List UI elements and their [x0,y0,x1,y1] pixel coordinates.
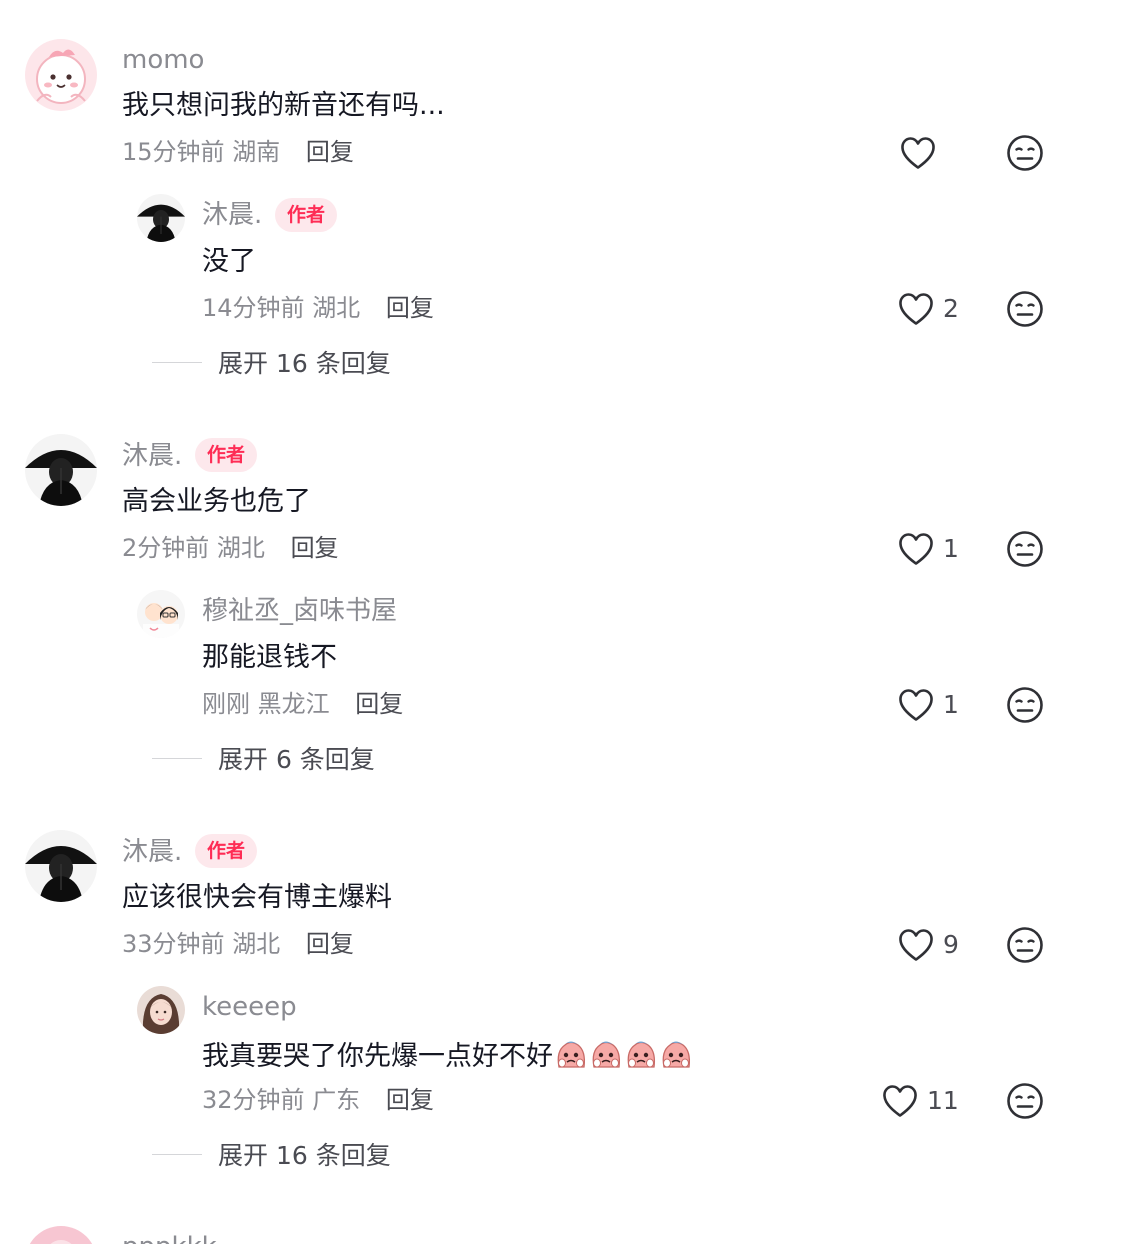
heart-icon [897,687,935,723]
heart-icon [897,531,935,567]
like-button[interactable]: 9 [897,925,959,965]
dark-umbrella-avatar-icon [137,194,185,242]
like-button[interactable]: 11 [881,1081,959,1121]
like-button[interactable]: 2 [897,289,959,329]
avatar[interactable] [137,590,185,638]
comment-text: 应该很快会有博主爆料 [122,882,392,913]
author-badge: 作者 [275,198,338,232]
dark-umbrella-avatar-icon [25,830,97,902]
reply-button[interactable]: 回复 [291,534,339,562]
reply-meta: 32分钟前 广东 回复 [202,1085,434,1115]
like-button[interactable]: 1 [897,685,959,725]
reply-time: 32分钟前 [202,1086,305,1114]
comment-text: 我只想问我的新音还有吗... [122,90,445,121]
reply-location: 广东 [312,1086,361,1114]
expand-replies-button[interactable]: 展开 16 条回复 [152,344,391,380]
expand-replies-button[interactable]: 展开 6 条回复 [152,740,375,776]
reply-button[interactable]: 回复 [355,690,403,718]
expand-replies-label: 展开 16 条回复 [218,349,391,378]
reply-text: 没了 [202,246,256,277]
reply-text-row: 我真要哭了你先爆一点好不好 [202,1037,693,1074]
comment-location: 湖北 [216,534,265,562]
comment-username[interactable]: pppkkk [122,1232,217,1244]
heart-icon [897,291,935,327]
dislike-button[interactable] [1006,686,1044,724]
comment-location: 湖北 [232,930,281,958]
like-button[interactable] [899,133,937,173]
reply-meta: 14分钟前 湖北 回复 [202,293,434,323]
avatar[interactable] [25,1226,97,1244]
like-count: 9 [943,930,959,959]
comment-location: 湖南 [232,138,281,166]
divider [152,361,202,363]
girl-photo-avatar-icon [137,986,185,1034]
comment-meta: 15分钟前 湖南 回复 [122,137,354,167]
like-count: 11 [927,1086,959,1115]
avatar[interactable] [25,434,97,506]
like-button[interactable]: 1 [897,529,959,569]
reply-text: 那能退钱不 [202,642,337,673]
heart-icon [897,927,935,963]
like-count: 1 [943,534,959,563]
cartoon-couple-avatar-icon [137,590,185,638]
reply-meta: 刚刚 黑龙江 回复 [202,689,403,719]
dislike-button[interactable] [1006,926,1044,964]
avatar[interactable] [137,986,185,1034]
avatar[interactable] [25,830,97,902]
reply-location: 黑龙江 [257,690,330,718]
reply-time: 刚刚 [202,690,250,718]
avatar[interactable] [25,39,97,111]
crying-emoji-icon [589,1037,623,1071]
divider [152,757,202,759]
reply-username[interactable]: 穆祉丞_卤味书屋 [202,596,397,626]
like-count: 2 [943,294,959,323]
author-badge: 作者 [195,438,258,472]
like-count: 1 [943,690,959,719]
comment-meta: 33分钟前 湖北 回复 [122,929,354,959]
comment-text: 高会业务也危了 [122,486,311,517]
expand-replies-label: 展开 6 条回复 [218,745,375,774]
dislike-button[interactable] [1006,290,1044,328]
reply-button[interactable]: 回复 [386,1086,434,1114]
crying-emoji-icon [554,1037,588,1071]
expand-replies-button[interactable]: 展开 16 条回复 [152,1136,391,1172]
avatar[interactable] [137,194,185,242]
crying-emoji-icon [624,1037,658,1071]
comment-username[interactable]: momo [122,45,204,75]
comment-meta: 2分钟前 湖北 回复 [122,533,339,563]
comment-time: 2分钟前 [122,534,210,562]
comment-username[interactable]: 沐晨. [122,441,182,471]
reply-button[interactable]: 回复 [306,138,354,166]
pink-avatar-icon [25,1226,97,1244]
reply-username[interactable]: 沐晨. [202,200,262,230]
heart-icon [899,135,937,171]
crying-emoji-icon [659,1037,693,1071]
expand-replies-label: 展开 16 条回复 [218,1141,391,1170]
comment-time: 15分钟前 [122,138,225,166]
reply-button[interactable]: 回复 [386,294,434,322]
heart-icon [881,1083,919,1119]
divider [152,1153,202,1155]
reply-button[interactable]: 回复 [306,930,354,958]
reply-username[interactable]: keeeep [202,992,297,1022]
dark-umbrella-avatar-icon [25,434,97,506]
author-badge: 作者 [195,834,258,868]
reply-location: 湖北 [312,294,361,322]
reply-text: 我真要哭了你先爆一点好不好 [202,1041,553,1072]
pink-cartoon-avatar-icon [25,39,97,111]
dislike-button[interactable] [1006,1082,1044,1120]
comment-username[interactable]: 沐晨. [122,837,182,867]
comment-time: 33分钟前 [122,930,225,958]
dislike-button[interactable] [1006,134,1044,172]
dislike-button[interactable] [1006,530,1044,568]
reply-time: 14分钟前 [202,294,305,322]
